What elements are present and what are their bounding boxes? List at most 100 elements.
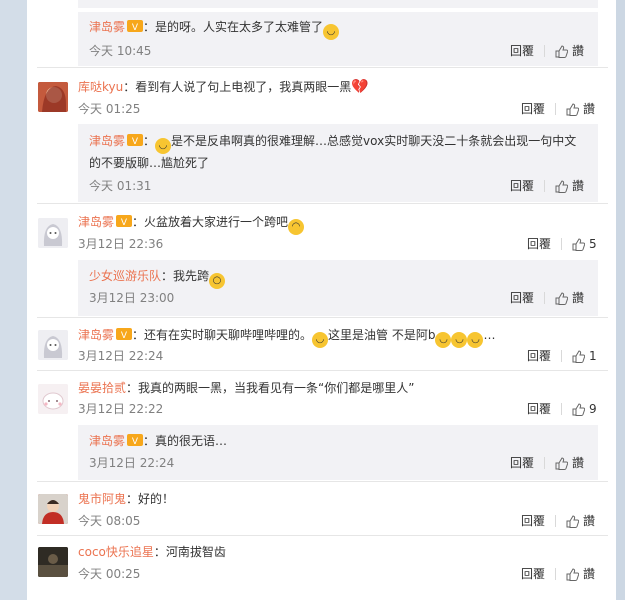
comment-text-row: 晏晏拾贰：我真的两眼一黑，当我看见有一条“你们都是哪里人” [78, 381, 415, 395]
vip-badge-icon: V [127, 19, 144, 33]
comment-text-row: 津岛雾 V ：真的很无语… [89, 433, 228, 448]
avatar[interactable] [38, 384, 68, 414]
reply-button[interactable]: 回覆 [527, 348, 551, 364]
avatar[interactable] [38, 547, 68, 577]
timestamp: 3月12日 23:00 [89, 291, 175, 305]
like-count[interactable]: 讚 [583, 566, 595, 582]
actions: 回覆 讚 [510, 290, 584, 306]
actions: 回覆 5 [527, 236, 597, 252]
page-background-strip [616, 0, 625, 600]
user-name[interactable]: 津岛雾 [89, 20, 125, 34]
timestamp: 3月12日 22:36 [78, 237, 164, 251]
comment-text: 火盆放着大家进行一个跨吧 [144, 215, 289, 229]
reply-button[interactable]: 回覆 [521, 566, 545, 582]
comment-text-row: 库哒kyu：看到有人说了句上电视了，我真两眼一黑💔 [78, 79, 369, 95]
laugh-emoji-icon: ◡ [323, 24, 340, 40]
reply-box-top [78, 0, 598, 8]
user-name[interactable]: 晏晏拾贰 [78, 381, 126, 395]
thumb-up-icon[interactable] [572, 349, 586, 363]
thumb-up-icon[interactable] [555, 179, 569, 193]
like-count[interactable]: 1 [589, 348, 597, 364]
smile-emoji-icon: ◡ [312, 332, 329, 348]
comment-panel: 津岛雾 V ：是的呀。人实在太多了太难管了 ◡ 今天 10:45 回覆讚 库哒kyu：… [27, 0, 616, 600]
reply-button[interactable]: 回覆 [510, 455, 534, 471]
comment-text-row: 津岛雾 V ：还有在实时聊天聊哔哩哔哩的。 ◡ 这里是油管 不是阿b ◡ ◡ ◡… [78, 325, 495, 348]
comment-text: 看到有人说了句上电视了，我真两眼一黑 [135, 80, 352, 94]
comment-text: 是不是反串啊真的很难理解…总感觉vox实时聊天没二十条就会出现一句中文 [171, 134, 577, 148]
comment-text-row: coco快乐追星：河南拔智齿 [78, 545, 226, 559]
reply-button[interactable]: 回覆 [527, 401, 551, 417]
avatar[interactable] [38, 494, 68, 524]
thumb-up-icon[interactable] [566, 567, 580, 581]
smile-emoji-icon: ◡ [435, 332, 452, 348]
broken-heart-icon: 💔 [351, 79, 369, 95]
user-name[interactable]: 鬼市阿鬼 [78, 492, 126, 506]
comment-text-row: 津岛雾 V： ◡ 是不是反串啊真的很难理解…总感觉vox实时聊天没二十条就会出现一句中… [89, 131, 576, 154]
svg-text:V: V [132, 437, 139, 447]
avatar[interactable] [38, 218, 68, 248]
actions: 回覆 讚 [510, 455, 584, 471]
comment-text: 是的呀。人实在太多了太难管了 [155, 20, 324, 34]
smile-emoji-icon: ◡ [451, 332, 468, 348]
comment-text: 河南拔智齿 [165, 545, 226, 559]
comment-text: 我先跨 [173, 269, 210, 283]
svg-text:V: V [121, 331, 128, 341]
reply-button[interactable]: 回覆 [521, 513, 545, 529]
thumb-up-icon[interactable] [555, 291, 569, 305]
timestamp: 今天 01:25 [78, 102, 141, 116]
user-name[interactable]: 津岛雾 [89, 434, 125, 448]
like-count[interactable]: 讚 [572, 178, 584, 194]
comment-text: 我真的两眼一黑，当我看见有一条“你们都是哪里人” [138, 381, 415, 395]
comment-text: 好的！ [138, 492, 175, 506]
timestamp: 今天 08:05 [78, 514, 141, 528]
vip-badge-icon: V [116, 327, 133, 341]
timestamp: 今天 01:31 [89, 179, 152, 193]
timestamp: 3月12日 22:24 [89, 456, 175, 470]
actions: 回覆 1 [527, 348, 597, 364]
like-count[interactable]: 讚 [583, 101, 595, 117]
like-count[interactable]: 5 [589, 236, 597, 252]
user-name[interactable]: 少女巡游乐队 [89, 269, 161, 283]
smile-emoji-icon: ◡ [467, 332, 484, 348]
reply-button[interactable]: 回覆 [510, 43, 534, 59]
reply-button[interactable]: 回覆 [527, 236, 551, 252]
like-count[interactable]: 讚 [583, 513, 595, 529]
avatar[interactable] [38, 330, 68, 360]
timestamp: 3月12日 22:22 [78, 402, 164, 416]
actions: 回覆 讚 [521, 101, 595, 117]
like-count[interactable]: 讚 [572, 290, 584, 306]
actions: 回覆 讚 [510, 43, 584, 59]
user-name[interactable]: 津岛雾 [78, 215, 114, 229]
reply-button[interactable]: 回覆 [521, 101, 545, 117]
like-count[interactable]: 9 [589, 401, 597, 417]
comment-text-b: 这里是油管 不是阿b [328, 328, 436, 342]
svg-text:V: V [132, 137, 139, 147]
user-name[interactable]: 库哒kyu [78, 80, 123, 94]
reply-button[interactable]: 回覆 [510, 178, 534, 194]
like-count[interactable]: 讚 [572, 455, 584, 471]
avatar[interactable] [38, 82, 68, 112]
actions: 回覆 讚 [510, 178, 584, 194]
comment-text-row: 鬼市阿鬼：好的！ [78, 492, 175, 506]
thumb-up-icon[interactable] [566, 102, 580, 116]
vip-badge-icon: V [127, 133, 144, 147]
actions: 回覆 9 [527, 401, 597, 417]
comment-text-row: 津岛雾 V ：是的呀。人实在太多了太难管了 ◡ [89, 17, 340, 40]
thumb-up-icon[interactable] [566, 514, 580, 528]
svg-text:V: V [121, 218, 128, 228]
reply-button[interactable]: 回覆 [510, 290, 534, 306]
laugh-emoji-icon: ◡ [155, 138, 172, 154]
svg-text:V: V [132, 23, 139, 33]
thumb-up-icon[interactable] [555, 44, 569, 58]
vip-badge-icon: V [127, 433, 144, 447]
timestamp: 今天 00:25 [78, 567, 141, 581]
vip-badge-icon: V [116, 214, 133, 228]
user-name[interactable]: coco快乐追星 [78, 545, 154, 559]
user-name[interactable]: 津岛雾 [89, 134, 125, 148]
thumb-up-icon[interactable] [555, 456, 569, 470]
thumb-up-icon[interactable] [572, 237, 586, 251]
crying-emoji-icon: ◠ [288, 219, 305, 235]
like-count[interactable]: 讚 [572, 43, 584, 59]
thumb-up-icon[interactable] [572, 402, 586, 416]
user-name[interactable]: 津岛雾 [78, 328, 114, 342]
